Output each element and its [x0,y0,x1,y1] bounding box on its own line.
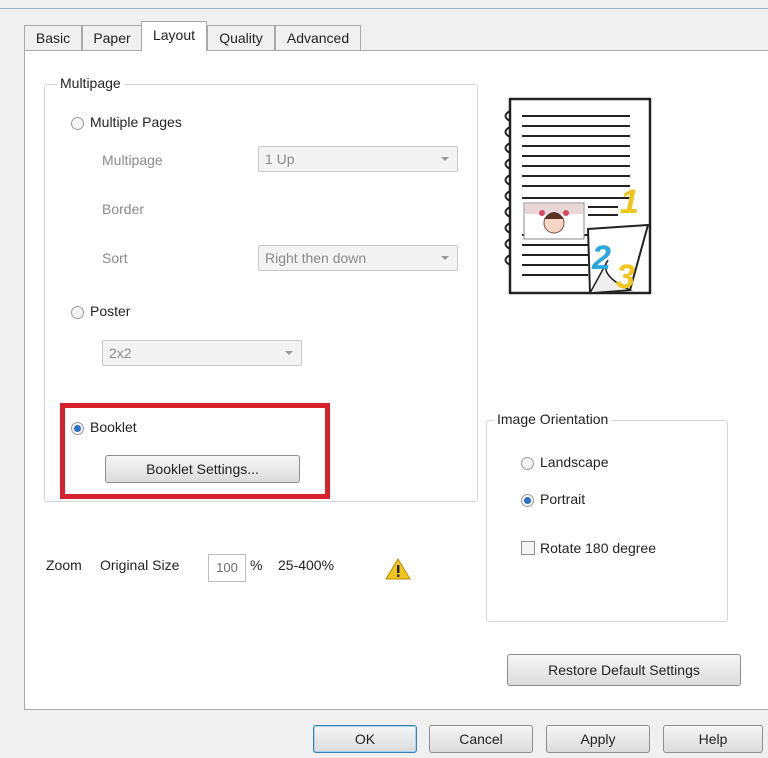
image-orientation-legend: Image Orientation [494,411,612,427]
multipage-legend: Multipage [57,75,124,91]
apply-button[interactable]: Apply [546,725,650,753]
poster-label: Poster [90,303,131,319]
multiple-pages-label: Multiple Pages [90,114,182,130]
zoom-label: Zoom [46,557,82,573]
help-button[interactable]: Help [663,725,763,753]
preview-number-3: 3 [616,258,635,296]
sort-select-value: Right then down [265,250,367,266]
rotate-180-label: Rotate 180 degree [540,540,656,556]
ok-button[interactable]: OK [313,725,417,753]
multipage-label: Multipage [102,152,163,168]
multiple-pages-radio[interactable] [71,117,84,130]
landscape-radio[interactable] [521,457,534,470]
poster-radio[interactable] [71,306,84,319]
portrait-label: Portrait [540,491,586,507]
sort-select[interactable]: Right then down [258,245,458,271]
booklet-preview-image: 1 2 3 [504,97,652,296]
chevron-down-icon [285,351,293,355]
landscape-label: Landscape [540,454,609,470]
portrait-radio[interactable] [521,494,534,507]
restore-defaults-button[interactable]: Restore Default Settings [507,654,741,686]
image-orientation-group [486,420,728,622]
multipage-select[interactable]: 1 Up [258,146,458,172]
preview-number-2: 2 [591,239,611,277]
preview-number-1: 1 [620,183,639,221]
poster-select[interactable]: 2x2 [102,340,302,366]
multipage-select-value: 1 Up [265,151,295,167]
rotate-180-checkbox[interactable] [521,541,535,555]
zoom-range: 25-400% [278,557,335,573]
sort-label: Sort [102,250,128,266]
zoom-unit: % [250,557,263,573]
zoom-input[interactable]: 100 [208,554,246,582]
chevron-down-icon [441,157,449,161]
highlight-box [60,403,330,499]
zoom-mode-label: Original Size [100,557,180,573]
poster-select-value: 2x2 [109,345,132,361]
cancel-button[interactable]: Cancel [429,725,533,753]
border-label: Border [102,201,145,217]
chevron-down-icon [441,256,449,260]
warning-icon [385,558,411,580]
